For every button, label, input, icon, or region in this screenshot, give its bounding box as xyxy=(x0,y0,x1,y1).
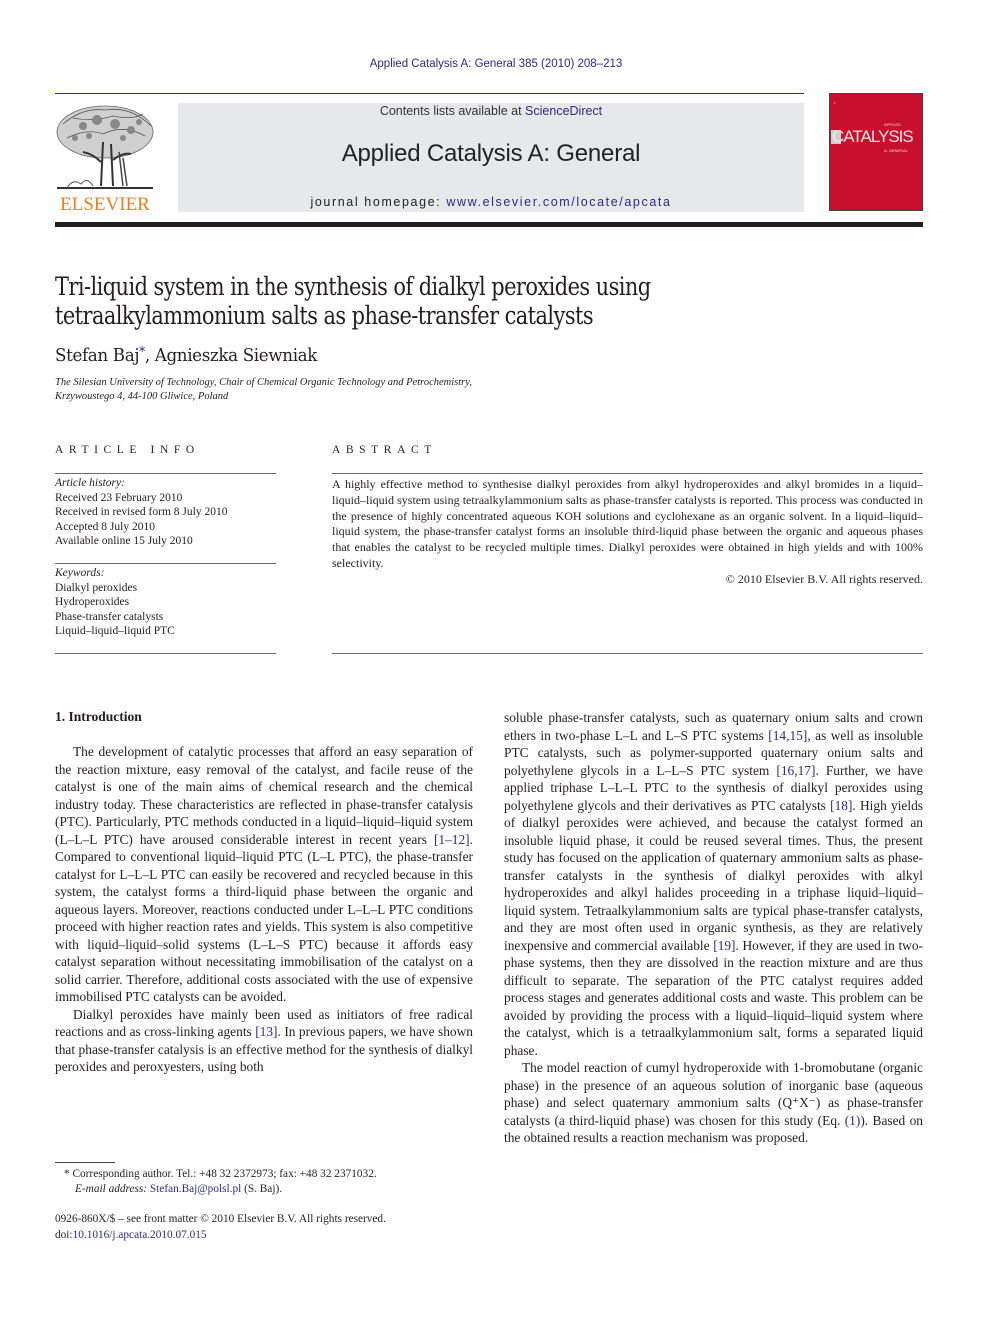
text-run: . Compared to conventional liquid–liquid… xyxy=(55,831,473,1005)
body-column-right: soluble phase-transfer catalysts, such a… xyxy=(504,709,923,1147)
citation-link[interactable]: [18] xyxy=(830,798,852,813)
corresponding-author-note: * Corresponding author. Tel.: +48 32 237… xyxy=(55,1167,377,1182)
divider xyxy=(332,653,923,654)
keyword-item: Hydroperoxides xyxy=(55,596,130,608)
footnote-rule xyxy=(55,1162,115,1163)
cover-publisher-mark: ▪ xyxy=(834,100,836,105)
footnote: * Corresponding author. Tel.: +48 32 237… xyxy=(55,1167,377,1197)
paragraph: The development of catalytic processes t… xyxy=(55,743,473,1006)
keyword-item: Phase-transfer catalysts xyxy=(55,610,164,623)
body-column-left: The development of catalytic processes t… xyxy=(55,743,473,1076)
keyword-item: Liquid–liquid–liquid PTC xyxy=(55,625,175,637)
title-line-2: tetraalkylammonium salts as phase-transf… xyxy=(55,301,594,330)
history-label: Article history: xyxy=(55,477,125,489)
citation-link[interactable]: [1–12] xyxy=(434,832,470,847)
doi-line: doi:10.1016/j.apcata.2010.07.015 xyxy=(55,1227,386,1243)
cover-sub-small: A: GENERAL xyxy=(884,148,909,153)
history-item: Available online 15 July 2010 xyxy=(55,535,193,547)
keywords: Keywords: Dialkyl peroxides Hydroperoxid… xyxy=(55,566,175,639)
author-separator: , xyxy=(144,345,155,366)
article-title: Tri-liquid system in the synthesis of di… xyxy=(55,272,864,330)
title-line-1: Tri-liquid system in the synthesis of di… xyxy=(55,272,651,301)
elsevier-wordmark: ELSEVIER xyxy=(60,194,150,215)
text-run: (S. Baj). xyxy=(241,1183,283,1195)
front-matter-text: 0926-860X/$ – see front matter © 2010 El… xyxy=(55,1213,386,1225)
journal-banner: Contents lists available at ScienceDirec… xyxy=(178,103,804,212)
history-item: Received 23 February 2010 xyxy=(55,491,183,504)
keyword-item: Dialkyl peroxides xyxy=(55,581,138,594)
paragraph: The model reaction of cumyl hydroperoxid… xyxy=(504,1059,923,1147)
elsevier-logo[interactable]: ELSEVIER xyxy=(53,102,157,216)
section-heading: 1. Introduction xyxy=(55,709,142,724)
history-item: Received in revised form 8 July 2010 xyxy=(55,506,228,518)
contents-line: Contents lists available at ScienceDirec… xyxy=(178,103,804,119)
citation-link[interactable]: [19] xyxy=(713,938,735,953)
homepage-prefix: journal homepage: xyxy=(310,195,447,209)
paragraph-continued: soluble phase-transfer catalysts, such a… xyxy=(504,709,923,1059)
header-rule xyxy=(55,93,804,94)
divider xyxy=(55,563,276,564)
text-run: . High yields of dialkyl peroxides were … xyxy=(504,797,923,953)
email-link[interactable]: Stefan.Baj@polsl.pl xyxy=(150,1183,241,1195)
divider xyxy=(55,473,276,474)
doi-link[interactable]: 10.1016/j.apcata.2010.07.015 xyxy=(73,1229,207,1241)
journal-reference[interactable]: Applied Catalysis A: General 385 (2010) … xyxy=(0,58,992,70)
cover-title: CATALYSIS xyxy=(832,127,914,146)
text-run: The development of catalytic processes t… xyxy=(55,744,473,847)
front-matter: 0926-860X/$ – see front matter © 2010 El… xyxy=(55,1211,386,1243)
homepage-link[interactable]: www.elsevier.com/locate/apcata xyxy=(446,195,671,209)
affiliation: The Silesian University of Technology, C… xyxy=(55,376,472,404)
sciencedirect-link[interactable]: ScienceDirect xyxy=(525,104,602,118)
abstract-copyright: © 2010 Elsevier B.V. All rights reserved… xyxy=(725,571,923,586)
citation-link[interactable]: [14,15] xyxy=(768,728,807,743)
paragraph: Dialkyl peroxides have mainly been used … xyxy=(55,1006,473,1076)
abstract-text: A highly effective method to synthesise … xyxy=(332,477,923,570)
author-name: Agnieszka Siewniak xyxy=(154,345,318,366)
header-thick-rule xyxy=(55,222,923,227)
history-item: Accepted 8 July 2010 xyxy=(55,520,155,533)
tree-icon xyxy=(56,105,154,189)
abstract-heading: ABSTRACT xyxy=(332,444,437,456)
author-list: Stefan Baj*, Agnieszka Siewniak xyxy=(55,345,317,366)
keywords-label: Keywords: xyxy=(55,567,105,579)
divider xyxy=(55,653,276,654)
email-line: E-mail address: Stefan.Baj@polsl.pl (S. … xyxy=(55,1182,377,1197)
affiliation-line-1: The Silesian University of Technology, C… xyxy=(55,377,472,388)
text-run: . However, if they are used in two-phase… xyxy=(504,937,923,1058)
email-label: E-mail address: xyxy=(75,1183,150,1195)
author-name: Stefan Baj xyxy=(55,345,140,366)
citation-link[interactable]: [13] xyxy=(255,1024,277,1039)
journal-cover-thumbnail[interactable]: ▪ APPLIED CATALYSIS A: GENERAL xyxy=(829,93,923,211)
affiliation-line-2: Krzywoustego 4, 44-100 Gliwice, Poland xyxy=(55,391,229,402)
text-run: Corresponding author. Tel.: +48 32 23729… xyxy=(69,1168,377,1180)
citation-link[interactable]: [16,17] xyxy=(776,763,815,778)
article-info-heading: ARTICLE INFO xyxy=(55,444,200,456)
equation-link[interactable]: (1) xyxy=(845,1113,861,1128)
abstract-body: A highly effective method to synthesise … xyxy=(332,477,923,588)
article-history: Article history: Received 23 February 20… xyxy=(55,476,227,549)
contents-prefix: Contents lists available at xyxy=(379,104,526,118)
journal-homepage: journal homepage: www.elsevier.com/locat… xyxy=(178,195,804,209)
journal-title: Applied Catalysis A: General xyxy=(341,140,641,167)
doi-prefix: doi: xyxy=(55,1229,73,1241)
divider xyxy=(332,473,923,474)
